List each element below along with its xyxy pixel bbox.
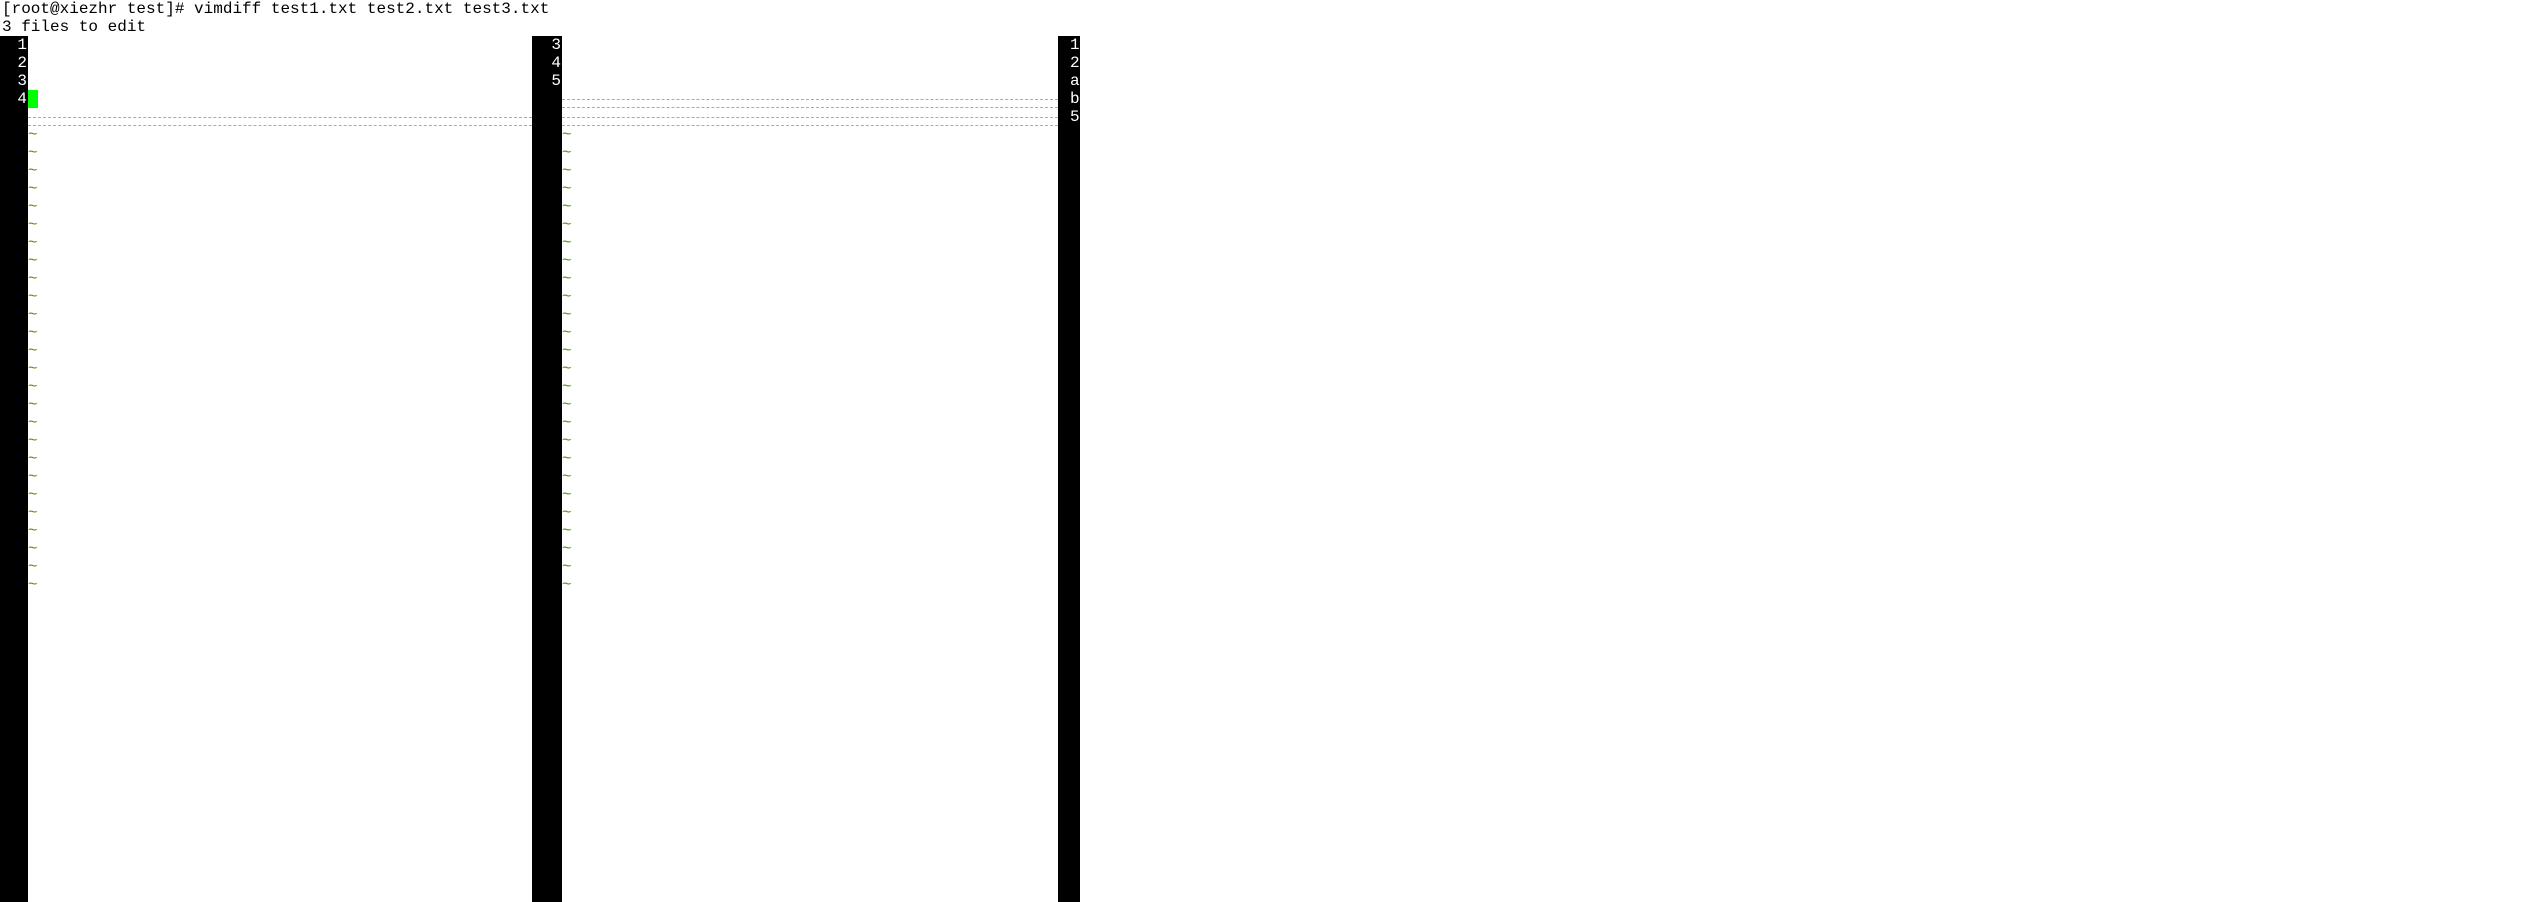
empty-line-tilde: ~ bbox=[562, 468, 1058, 486]
empty-line-tilde: ~ bbox=[28, 162, 532, 180]
diff-pane-3[interactable]: 12ab5 bbox=[1060, 36, 1080, 902]
line-number: 2 bbox=[10, 54, 27, 72]
line-number-column: 12ab5 bbox=[1070, 36, 1080, 902]
line-number: 2 bbox=[1070, 54, 1079, 72]
empty-line-tilde: ~ bbox=[562, 378, 1058, 396]
vimdiff-area[interactable]: 1234 ~~~~~~~~~~~~~~~~~~~~~~~~~~ 345 ~~~~… bbox=[0, 36, 1080, 902]
empty-line-tilde: ~ bbox=[562, 180, 1058, 198]
empty-line-tilde: ~ bbox=[562, 216, 1058, 234]
fold-column bbox=[1060, 36, 1070, 902]
file-content[interactable]: ~~~~~~~~~~~~~~~~~~~~~~~~~~ bbox=[562, 36, 1058, 902]
empty-line-tilde: ~ bbox=[562, 252, 1058, 270]
empty-line-tilde: ~ bbox=[562, 144, 1058, 162]
empty-line-tilde: ~ bbox=[562, 522, 1058, 540]
empty-line-tilde: ~ bbox=[562, 324, 1058, 342]
line-number: 4 bbox=[544, 54, 561, 72]
empty-line-tilde: ~ bbox=[28, 216, 532, 234]
empty-line-tilde: ~ bbox=[562, 540, 1058, 558]
line-number: a bbox=[1070, 72, 1079, 90]
line-number-column: 1234 bbox=[10, 36, 28, 902]
line-number-column: 345 bbox=[544, 36, 562, 902]
empty-line-tilde: ~ bbox=[28, 378, 532, 396]
filler-line bbox=[28, 108, 532, 126]
empty-line-tilde: ~ bbox=[562, 432, 1058, 450]
empty-line-tilde: ~ bbox=[28, 180, 532, 198]
empty-line-tilde: ~ bbox=[562, 504, 1058, 522]
empty-line-tilde: ~ bbox=[562, 414, 1058, 432]
empty-line-tilde: ~ bbox=[28, 522, 532, 540]
text-row[interactable] bbox=[562, 72, 1058, 90]
empty-line-tilde: ~ bbox=[562, 234, 1058, 252]
line-number: 5 bbox=[544, 72, 561, 90]
filler-line bbox=[562, 90, 1058, 108]
empty-line-tilde: ~ bbox=[28, 468, 532, 486]
empty-line-tilde: ~ bbox=[28, 576, 532, 594]
empty-line-tilde: ~ bbox=[28, 558, 532, 576]
empty-line-tilde: ~ bbox=[28, 198, 532, 216]
empty-line-tilde: ~ bbox=[28, 270, 532, 288]
line-number: b bbox=[1070, 90, 1079, 108]
empty-line-tilde: ~ bbox=[28, 252, 532, 270]
fold-column bbox=[534, 36, 544, 902]
terminal: [root@xiezhr test]# vimdiff test1.txt te… bbox=[0, 0, 2525, 902]
empty-line-tilde: ~ bbox=[562, 126, 1058, 144]
line-number: 3 bbox=[544, 36, 561, 54]
empty-line-tilde: ~ bbox=[28, 486, 532, 504]
empty-line-tilde: ~ bbox=[562, 558, 1058, 576]
line-number: 4 bbox=[10, 90, 27, 108]
empty-line-tilde: ~ bbox=[28, 324, 532, 342]
empty-line-tilde: ~ bbox=[28, 144, 532, 162]
empty-line-tilde: ~ bbox=[28, 288, 532, 306]
empty-line-tilde: ~ bbox=[28, 234, 532, 252]
empty-line-tilde: ~ bbox=[562, 288, 1058, 306]
empty-line-tilde: ~ bbox=[562, 162, 1058, 180]
empty-line-tilde: ~ bbox=[562, 396, 1058, 414]
text-row[interactable] bbox=[28, 90, 532, 108]
vim-message-line: 3 files to edit bbox=[2, 18, 2523, 36]
empty-line-tilde: ~ bbox=[562, 270, 1058, 288]
text-row[interactable] bbox=[562, 36, 1058, 54]
empty-line-tilde: ~ bbox=[28, 414, 532, 432]
diff-pane-2[interactable]: 345 ~~~~~~~~~~~~~~~~~~~~~~~~~~ bbox=[534, 36, 1058, 902]
line-number: 1 bbox=[10, 36, 27, 54]
empty-line-tilde: ~ bbox=[562, 342, 1058, 360]
text-row[interactable] bbox=[28, 36, 532, 54]
filler-line bbox=[562, 108, 1058, 126]
empty-line-tilde: ~ bbox=[562, 306, 1058, 324]
empty-line-tilde: ~ bbox=[562, 198, 1058, 216]
line-number: 5 bbox=[1070, 108, 1079, 126]
fold-column bbox=[0, 36, 10, 902]
text-row[interactable] bbox=[562, 54, 1058, 72]
empty-line-tilde: ~ bbox=[28, 504, 532, 522]
diff-pane-1[interactable]: 1234 ~~~~~~~~~~~~~~~~~~~~~~~~~~ bbox=[0, 36, 532, 902]
text-row[interactable] bbox=[28, 54, 532, 72]
empty-line-tilde: ~ bbox=[28, 540, 532, 558]
empty-line-tilde: ~ bbox=[28, 342, 532, 360]
cursor bbox=[28, 90, 38, 108]
shell-prompt-line: [root@xiezhr test]# vimdiff test1.txt te… bbox=[2, 0, 2523, 18]
empty-line-tilde: ~ bbox=[28, 432, 532, 450]
empty-line-tilde: ~ bbox=[562, 576, 1058, 594]
empty-line-tilde: ~ bbox=[562, 486, 1058, 504]
terminal-header: [root@xiezhr test]# vimdiff test1.txt te… bbox=[0, 0, 2525, 36]
empty-line-tilde: ~ bbox=[28, 126, 532, 144]
text-row[interactable] bbox=[28, 72, 532, 90]
empty-line-tilde: ~ bbox=[28, 360, 532, 378]
file-content[interactable]: ~~~~~~~~~~~~~~~~~~~~~~~~~~ bbox=[28, 36, 532, 902]
empty-line-tilde: ~ bbox=[562, 360, 1058, 378]
line-number: 3 bbox=[10, 72, 27, 90]
line-number: 1 bbox=[1070, 36, 1079, 54]
empty-line-tilde: ~ bbox=[562, 450, 1058, 468]
empty-line-tilde: ~ bbox=[28, 396, 532, 414]
empty-line-tilde: ~ bbox=[28, 450, 532, 468]
empty-line-tilde: ~ bbox=[28, 306, 532, 324]
